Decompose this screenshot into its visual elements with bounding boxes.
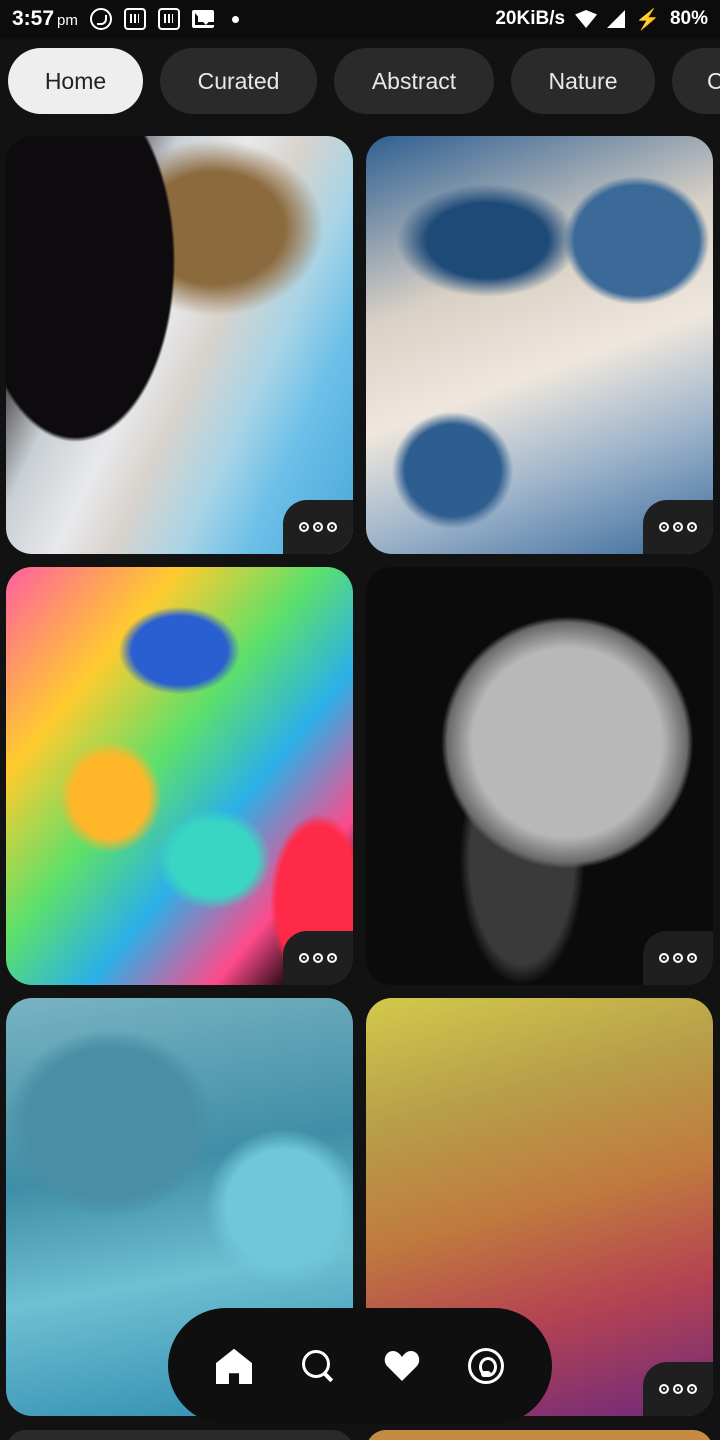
more-dots-icon[interactable] bbox=[643, 500, 713, 554]
status-time: 3:57 pm bbox=[12, 7, 78, 30]
signal-icon bbox=[607, 10, 626, 28]
bottom-nav bbox=[168, 1308, 552, 1424]
profile-icon[interactable] bbox=[468, 1348, 504, 1384]
search-icon[interactable] bbox=[300, 1348, 336, 1384]
battery-percent: 80% bbox=[669, 8, 708, 29]
whatsapp-icon bbox=[89, 8, 112, 30]
notification-dot-icon bbox=[231, 15, 239, 23]
more-dots-icon[interactable] bbox=[643, 1362, 713, 1416]
wallpaper-card[interactable] bbox=[6, 136, 353, 554]
app-grid-icon bbox=[123, 8, 146, 30]
home-icon[interactable] bbox=[216, 1348, 252, 1384]
charging-bolt-icon: ⚡ bbox=[635, 8, 660, 31]
net-speed: 20KiB/s bbox=[495, 8, 566, 29]
chip-curated[interactable]: Curated bbox=[160, 48, 317, 114]
more-dots-icon[interactable] bbox=[643, 931, 713, 985]
wifi-icon bbox=[575, 10, 598, 28]
heart-icon[interactable] bbox=[384, 1348, 420, 1384]
more-dots-icon[interactable] bbox=[283, 500, 353, 554]
gmail-icon bbox=[191, 10, 214, 28]
chip-home[interactable]: Home bbox=[8, 48, 143, 114]
chip-abstract[interactable]: Abstract bbox=[334, 48, 494, 114]
wallpaper-card-peek[interactable] bbox=[366, 1430, 713, 1440]
status-bar: 3:57 pm 20KiB/s ⚡ 80% bbox=[0, 0, 720, 38]
wallpaper-card[interactable] bbox=[6, 567, 353, 985]
chip-nature[interactable]: Nature bbox=[511, 48, 655, 114]
category-chips: Home Curated Abstract Nature C bbox=[0, 48, 720, 116]
wallpaper-card[interactable] bbox=[366, 136, 713, 554]
wallpaper-card[interactable] bbox=[366, 567, 713, 985]
more-dots-icon[interactable] bbox=[283, 931, 353, 985]
status-right: 20KiB/s ⚡ 80% bbox=[495, 7, 708, 32]
app-grid-icon bbox=[157, 8, 180, 30]
wallpaper-card-peek[interactable] bbox=[6, 1430, 353, 1440]
chip-partial[interactable]: C bbox=[672, 48, 720, 114]
